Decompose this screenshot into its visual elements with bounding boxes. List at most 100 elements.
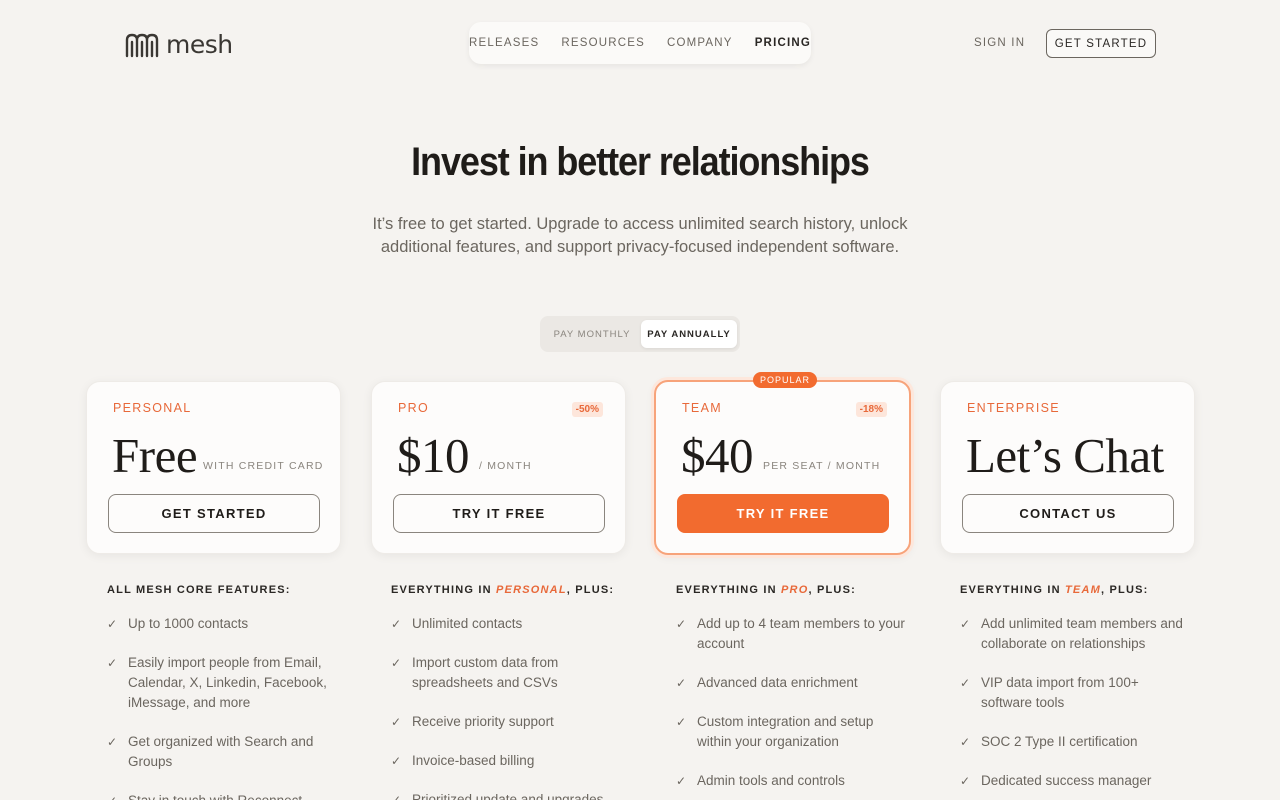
check-icon: ✓ <box>391 793 402 800</box>
feature-text: Advanced data enrichment <box>697 675 858 690</box>
features-personal: ALL MESH CORE FEATURES: ✓ Up to 1000 cont… <box>86 584 336 800</box>
list-item: ✓ Add unlimited team members and collabor… <box>960 614 1189 654</box>
list-item: ✓ Get organized with Search and Groups <box>107 732 336 772</box>
nav-releases[interactable]: RELEASES <box>469 37 539 49</box>
list-item: ✓ Easily import people from Email, Calend… <box>107 653 336 713</box>
popular-tag: POPULAR <box>753 372 818 388</box>
list-item: ✓ Stay in touch with Reconnect <box>107 791 336 800</box>
plan-price: $10 <box>397 428 470 483</box>
features-heading: EVERYTHING IN PRO, PLUS: <box>676 584 905 596</box>
features-list: ✓ Add up to 4 team members to your accoun… <box>676 614 905 791</box>
mesh-logo-icon <box>125 33 159 57</box>
plan-price: Free <box>112 428 198 483</box>
plan-card-team: POPULAR TEAM -18% $40 PER SEAT / MONTH T… <box>654 372 911 555</box>
feature-text: Add up to 4 team members to your account <box>697 616 905 651</box>
contact-us-button[interactable]: CONTACT US <box>962 494 1174 533</box>
features-heading: EVERYTHING IN PERSONAL, PLUS: <box>391 584 620 596</box>
plan-card-enterprise: ENTERPRISE Let’s Chat CONTACT US <box>940 381 1195 554</box>
list-item: ✓ Invoice-based billing <box>391 751 620 771</box>
get-started-button[interactable]: GET STARTED <box>108 494 320 533</box>
brand-logo[interactable]: mesh <box>124 30 233 59</box>
features-list: ✓ Unlimited contacts ✓ Import custom data … <box>391 614 620 800</box>
list-item: ✓ Prioritized update and upgrades <box>391 790 620 800</box>
check-icon: ✓ <box>107 735 118 749</box>
features-heading-plan: PRO <box>781 584 809 596</box>
features-heading-text: EVERYTHING IN <box>676 584 782 596</box>
features-heading-plan: PERSONAL <box>496 584 567 596</box>
list-item: ✓ VIP data import from 100+ software tool… <box>960 673 1189 713</box>
check-icon: ✓ <box>107 617 118 631</box>
plan-price: Let’s Chat <box>966 428 1164 483</box>
plan-name: ENTERPRISE <box>967 401 1060 415</box>
list-item: ✓ Advanced data enrichment <box>676 673 905 693</box>
check-icon: ✓ <box>391 715 402 729</box>
nav-resources[interactable]: RESOURCES <box>561 37 645 49</box>
check-icon: ✓ <box>960 774 971 788</box>
features-heading: EVERYTHING IN TEAM, PLUS: <box>960 584 1189 596</box>
feature-text: Up to 1000 contacts <box>128 616 249 631</box>
list-item: ✓ Import custom data from spreadsheets an… <box>391 653 620 693</box>
plan-name: PRO <box>398 401 429 415</box>
sign-in-link[interactable]: SIGN IN <box>974 37 1025 49</box>
try-free-button[interactable]: TRY IT FREE <box>393 494 605 533</box>
page-subtitle: It’s free to get started. Upgrade to acc… <box>372 215 908 256</box>
list-item: ✓ SOC 2 Type II certification <box>960 732 1189 752</box>
plan-price-unit: PER SEAT / MONTH <box>763 460 881 472</box>
plan-price-unit: / MONTH <box>479 460 532 472</box>
discount-badge: -50% <box>571 402 603 417</box>
feature-text: VIP data import from 100+ software tools <box>981 675 1139 710</box>
list-item: ✓ Add up to 4 team members to your accoun… <box>676 614 905 654</box>
features-heading-suffix: , PLUS: <box>808 584 856 596</box>
feature-text: Prioritized update and upgrades <box>412 792 604 800</box>
brand-name: mesh <box>166 30 233 59</box>
features-pro: EVERYTHING IN PERSONAL, PLUS: ✓ Unlimited… <box>370 584 620 800</box>
pay-monthly-option[interactable]: PAY MONTHLY <box>543 320 641 348</box>
check-icon: ✓ <box>391 617 402 631</box>
list-item: ✓ Unlimited contacts <box>391 614 620 634</box>
plan-card-pro: PRO -50% $10 / MONTH TRY IT FREE <box>371 381 626 554</box>
billing-toggle: PAY MONTHLY PAY ANNUALLY <box>540 316 740 352</box>
check-icon: ✓ <box>676 774 687 788</box>
feature-text: Stay in touch with Reconnect <box>128 791 302 800</box>
feature-text: Receive priority support <box>412 714 554 729</box>
try-free-button[interactable]: TRY IT FREE <box>677 494 889 533</box>
header-get-started-button[interactable]: GET STARTED <box>1046 29 1156 58</box>
main-nav: RELEASES RESOURCES COMPANY PRICING <box>469 22 811 64</box>
check-icon: ✓ <box>960 735 971 749</box>
list-item: ✓ Receive priority support <box>391 712 620 732</box>
feature-text: Dedicated success manager <box>981 773 1152 788</box>
list-item: ✓ Dedicated success manager <box>960 771 1189 791</box>
feature-text: Get organized with Search and Groups <box>128 734 314 769</box>
features-list: ✓ Up to 1000 contacts ✓ Easily import peop… <box>107 614 336 800</box>
feature-text: Admin tools and controls <box>697 773 845 788</box>
features-enterprise: EVERYTHING IN TEAM, PLUS: ✓ Add unlimited… <box>939 584 1189 800</box>
nav-pricing[interactable]: PRICING <box>755 37 811 49</box>
features-heading-text: EVERYTHING IN <box>391 584 497 596</box>
check-icon: ✓ <box>960 676 971 690</box>
feature-text: Unlimited contacts <box>412 616 523 631</box>
check-icon: ✓ <box>676 715 687 729</box>
list-item: ✓ Custom integration and setup within you… <box>676 712 905 752</box>
check-icon: ✓ <box>391 656 402 670</box>
check-icon: ✓ <box>676 676 687 690</box>
feature-text: Import custom data from spreadsheets and… <box>412 655 559 690</box>
features-heading-suffix: , PLUS: <box>566 584 615 596</box>
page-title: Invest in better relationships <box>411 140 870 184</box>
check-icon: ✓ <box>107 791 119 800</box>
pay-annually-option[interactable]: PAY ANNUALLY <box>641 320 737 348</box>
features-heading: ALL MESH CORE FEATURES: <box>107 584 336 596</box>
discount-badge: -18% <box>855 402 887 417</box>
check-icon: ✓ <box>960 617 971 631</box>
nav-company[interactable]: COMPANY <box>667 37 733 49</box>
plan-name: TEAM <box>682 401 722 415</box>
feature-text: Easily import people from Email, Calenda… <box>128 655 327 710</box>
feature-text: Custom integration and setup within your… <box>697 714 874 749</box>
feature-text: SOC 2 Type II certification <box>981 734 1138 749</box>
plan-card-personal: PERSONAL Free WITH CREDIT CARD GET START… <box>86 381 341 554</box>
features-heading-text: ALL MESH CORE FEATURES: <box>107 584 291 596</box>
list-item: ✓ Admin tools and controls <box>676 771 905 791</box>
features-list: ✓ Add unlimited team members and collabor… <box>960 614 1189 791</box>
features-heading-plan: TEAM <box>1065 584 1101 596</box>
check-icon: ✓ <box>107 656 118 670</box>
list-item: ✓ Up to 1000 contacts <box>107 614 336 634</box>
